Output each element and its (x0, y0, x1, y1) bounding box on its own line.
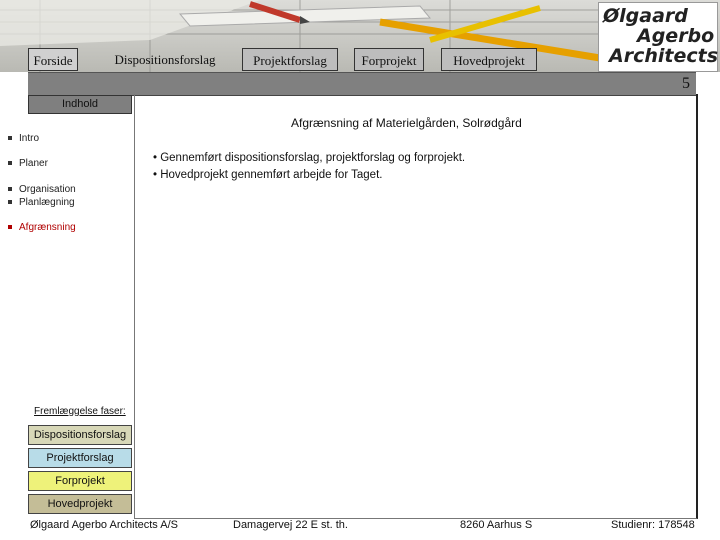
sidebar-item-label: Afgrænsning (19, 222, 76, 233)
phase-forprojekt-button[interactable]: Forprojekt (28, 471, 132, 491)
logo-line-3: Architects (609, 45, 718, 67)
bullet-icon (8, 136, 12, 141)
sidebar-item-label: Organisation (19, 184, 76, 195)
sidebar-item-planlaegning[interactable]: Planlægning (8, 197, 75, 208)
nav-forprojekt-button[interactable]: Forprojekt (354, 48, 424, 71)
phase-projektforslag-button[interactable]: Projektforslag (28, 448, 132, 468)
content-bullet: • Gennemført dispositionsforslag, projek… (153, 152, 466, 164)
bullet-icon (8, 161, 12, 166)
footer-address: Damagervej 22 E st. th. (233, 519, 348, 531)
indhold-button[interactable]: Indhold (28, 95, 132, 114)
logo-line-1: Ølgaard (603, 5, 688, 27)
sidebar-item-afgraensning[interactable]: Afgrænsning (8, 222, 76, 233)
sidebar-item-planer[interactable]: Planer (8, 158, 48, 169)
footer-city: 8260 Aarhus S (460, 519, 533, 531)
nav-projektforslag-button[interactable]: Projektforslag (242, 48, 338, 71)
phase-dispositionsforslag-button[interactable]: Dispositionsforslag (28, 425, 132, 445)
nav-forside-button[interactable]: Forside (28, 48, 78, 71)
header-gray-bar: 5 (28, 72, 696, 96)
company-logo: Ølgaard Agerbo Architects (598, 2, 718, 72)
sidebar-item-label: Intro (19, 133, 40, 144)
phases-title: Fremlæggelse faser: (34, 406, 126, 417)
footer-student-number: Studienr: 178548 (611, 519, 695, 531)
sidebar-item-label: Planer (19, 158, 48, 169)
sidebar-item-intro[interactable]: Intro (8, 133, 39, 144)
content-bullet: • Hovedprojekt gennemført arbejde for Ta… (153, 169, 383, 181)
nav-dispositionsforslag-button[interactable]: Dispositionsforslag (102, 48, 228, 71)
phase-hovedprojekt-button[interactable]: Hovedprojekt (28, 494, 132, 514)
bullet-icon (8, 200, 12, 205)
sidebar-item-organisation[interactable]: Organisation (8, 184, 76, 195)
logo-line-2: Agerbo (637, 25, 715, 47)
bullet-icon (8, 187, 12, 192)
page-number: 5 (682, 75, 690, 92)
footer-company: Ølgaard Agerbo Architects A/S (30, 519, 178, 531)
bullet-icon (8, 225, 12, 230)
sidebar-item-label: Planlægning (19, 197, 75, 208)
page-title: Afgrænsning af Materielgården, Solrødgår… (291, 116, 522, 130)
nav-hovedprojekt-button[interactable]: Hovedprojekt (441, 48, 537, 71)
